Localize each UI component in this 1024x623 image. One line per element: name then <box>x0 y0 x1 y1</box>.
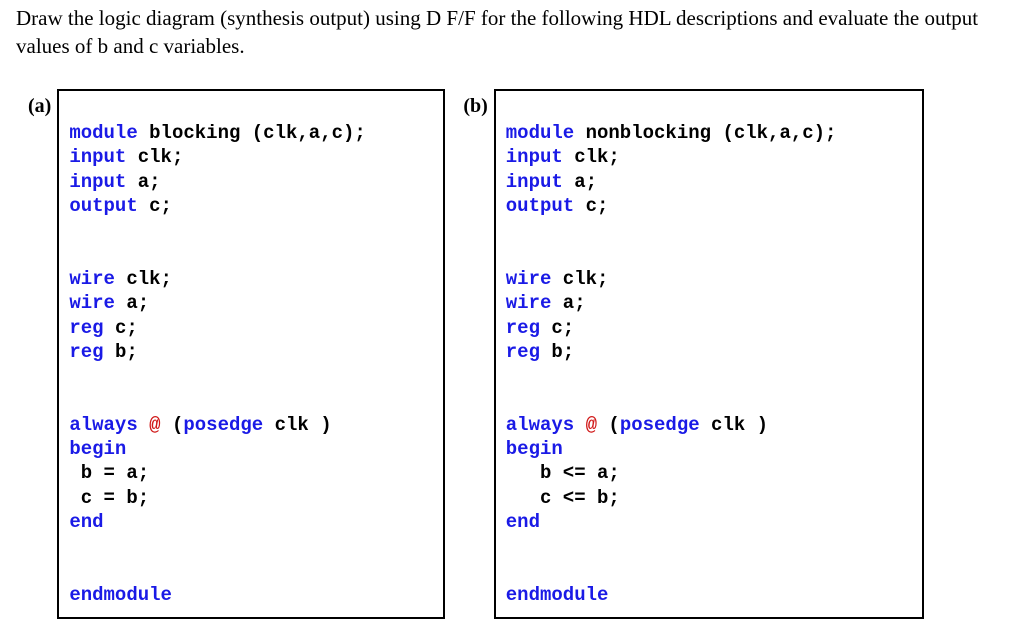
stmt: c <= b; <box>506 487 620 509</box>
blank-line <box>69 218 433 242</box>
paren: ( <box>172 414 183 436</box>
decl: a; <box>563 171 597 193</box>
blank-line <box>506 534 912 558</box>
label-b: (b) <box>463 89 487 118</box>
code-box-a: module blocking (clk,a,c); input clk; in… <box>57 89 445 620</box>
decl: c; <box>574 195 608 217</box>
kw-reg: reg <box>506 341 540 363</box>
kw-output: output <box>69 195 137 217</box>
stmt: c = b; <box>69 487 149 509</box>
kw-module: module <box>506 122 574 144</box>
kw-begin: begin <box>506 438 563 460</box>
decl: c; <box>540 317 574 339</box>
kw-begin: begin <box>69 438 126 460</box>
decl: b; <box>540 341 574 363</box>
kw-module: module <box>69 122 137 144</box>
kw-endmodule: endmodule <box>69 584 172 606</box>
kw-wire: wire <box>506 292 552 314</box>
stmt: b <= a; <box>506 462 620 484</box>
kw-input: input <box>69 146 126 168</box>
code-box-b: module nonblocking (clk,a,c); input clk;… <box>494 89 924 620</box>
kw-wire: wire <box>506 268 552 290</box>
decl: a; <box>126 171 160 193</box>
sens-rest: clk ) <box>700 414 768 436</box>
at-symbol: @ <box>138 414 172 436</box>
code-columns: (a) module blocking (clk,a,c); input clk… <box>28 89 1008 620</box>
blank-line <box>69 364 433 388</box>
blank-line <box>506 364 912 388</box>
stmt: b = a; <box>69 462 149 484</box>
decl: clk; <box>551 268 608 290</box>
column-a: (a) module blocking (clk,a,c); input clk… <box>28 89 445 620</box>
decl: a; <box>551 292 585 314</box>
kw-output: output <box>506 195 574 217</box>
at-symbol: @ <box>574 414 608 436</box>
decl: clk; <box>115 268 172 290</box>
kw-end: end <box>506 511 540 533</box>
kw-wire: wire <box>69 268 115 290</box>
kw-always: always <box>506 414 574 436</box>
decl: a; <box>115 292 149 314</box>
kw-end: end <box>69 511 103 533</box>
module-name: nonblocking <box>574 122 722 144</box>
column-b: (b) module nonblocking (clk,a,c); input … <box>463 89 923 620</box>
decl: b; <box>104 341 138 363</box>
kw-always: always <box>69 414 137 436</box>
question-instruction: Draw the logic diagram (synthesis output… <box>16 4 1008 61</box>
kw-input: input <box>69 171 126 193</box>
module-args: (clk,a,c); <box>722 122 836 144</box>
kw-input: input <box>506 171 563 193</box>
decl: c; <box>104 317 138 339</box>
kw-wire: wire <box>69 292 115 314</box>
decl: clk; <box>563 146 620 168</box>
decl: clk; <box>126 146 183 168</box>
label-a: (a) <box>28 89 51 118</box>
module-args: (clk,a,c); <box>252 122 366 144</box>
blank-line <box>506 218 912 242</box>
kw-posedge: posedge <box>183 414 263 436</box>
paren: ( <box>608 414 619 436</box>
sens-rest: clk ) <box>263 414 331 436</box>
module-name: blocking <box>138 122 252 144</box>
decl: c; <box>138 195 172 217</box>
kw-endmodule: endmodule <box>506 584 609 606</box>
kw-input: input <box>506 146 563 168</box>
blank-line <box>69 534 433 558</box>
kw-reg: reg <box>69 317 103 339</box>
kw-posedge: posedge <box>620 414 700 436</box>
kw-reg: reg <box>506 317 540 339</box>
kw-reg: reg <box>69 341 103 363</box>
